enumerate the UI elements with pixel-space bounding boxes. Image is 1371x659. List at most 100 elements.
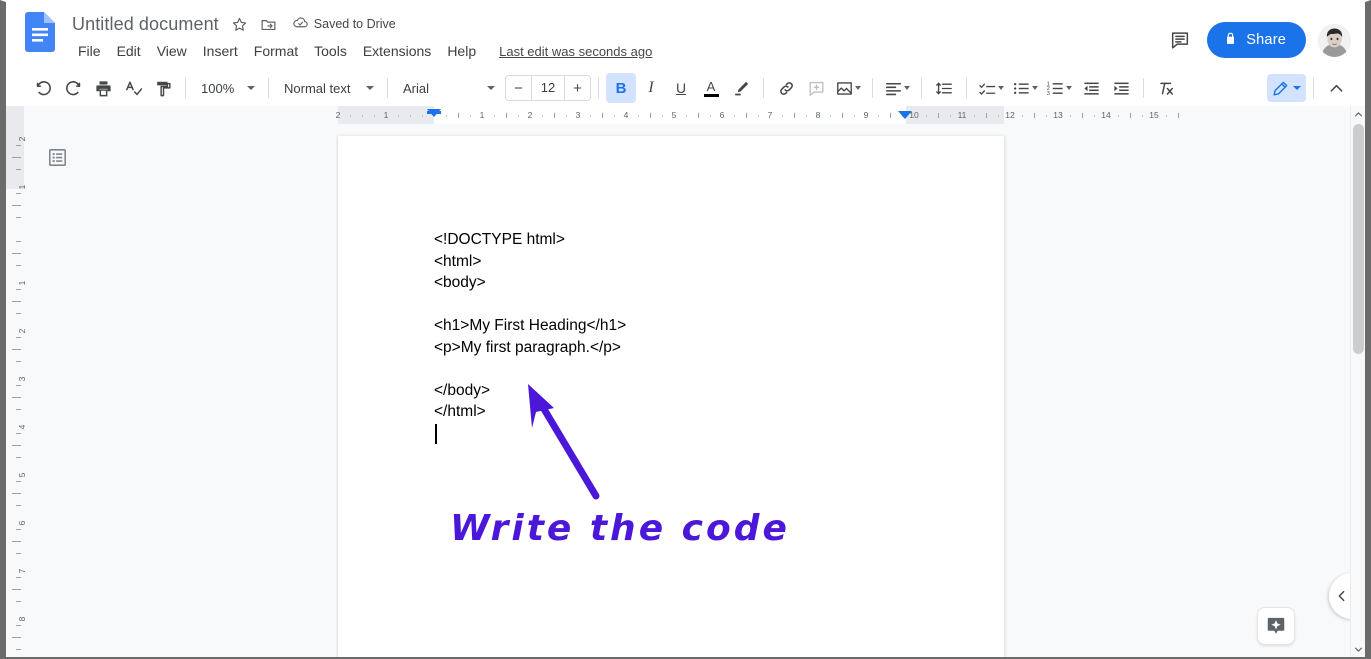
document-body-text[interactable]: <!DOCTYPE html> <html> <body> <h1>My Fir… <box>434 229 626 423</box>
paragraph-style-value: Normal text <box>284 80 351 96</box>
scroll-up-button[interactable] <box>1351 106 1366 122</box>
ruler-number: 2 <box>17 328 27 334</box>
ruler-right-margin <box>906 106 1004 124</box>
menu-tools[interactable]: Tools <box>306 40 355 62</box>
checklist-button[interactable] <box>974 73 1008 103</box>
underline-button[interactable]: U <box>666 73 696 103</box>
ruler-tick <box>12 445 21 446</box>
ruler-number: 3 <box>17 376 27 382</box>
ruler-number: 7 <box>767 110 773 120</box>
insert-image-button[interactable] <box>831 73 865 103</box>
cloud-saved-icon <box>292 14 309 34</box>
ruler-number: 7 <box>17 568 27 574</box>
insert-link-icon[interactable] <box>771 73 801 103</box>
print-icon[interactable] <box>88 73 118 103</box>
spellcheck-icon[interactable] <box>118 73 148 103</box>
text-color-button[interactable]: A <box>696 73 726 103</box>
paint-format-icon[interactable] <box>148 73 178 103</box>
increase-indent-icon[interactable] <box>1106 73 1136 103</box>
vertical-margin-zone <box>6 106 24 189</box>
bulleted-list-button[interactable] <box>1008 73 1042 103</box>
vertical-scrollbar[interactable] <box>1350 106 1365 657</box>
avatar[interactable] <box>1318 23 1351 57</box>
decrease-font-size-button[interactable]: − <box>506 76 531 100</box>
google-docs-window: Untitled document Saved to Drive File Ed… <box>0 0 1371 659</box>
clear-formatting-icon[interactable] <box>1151 73 1181 103</box>
menu-format[interactable]: Format <box>246 40 306 62</box>
menu-edit[interactable]: Edit <box>109 40 149 62</box>
document-outline-icon[interactable] <box>44 144 70 170</box>
redo-icon[interactable] <box>58 73 88 103</box>
numbered-list-button[interactable]: 1 2 3 <box>1042 73 1076 103</box>
ruler-tick <box>458 113 459 118</box>
ruler-tick <box>734 115 735 117</box>
ruler-number: 13 <box>1053 110 1063 120</box>
ruler-tick <box>566 115 567 117</box>
font-family-selector[interactable]: Arial <box>395 74 501 102</box>
last-edit-link[interactable]: Last edit was seconds ago <box>499 44 652 59</box>
document-title[interactable]: Untitled document <box>70 13 221 36</box>
ruler-tick <box>16 217 21 218</box>
align-button[interactable] <box>880 73 914 103</box>
ruler-tick <box>1178 113 1179 118</box>
chevron-down-icon <box>487 86 495 90</box>
highlight-pen-icon[interactable] <box>726 73 756 103</box>
collapse-toolbar-button[interactable] <box>1321 73 1351 103</box>
ruler-tick <box>950 115 951 117</box>
toolbar-divider <box>387 78 388 98</box>
ruler-number: 2 <box>336 110 341 120</box>
share-button[interactable]: Share <box>1207 22 1306 58</box>
editing-mode-button[interactable] <box>1267 74 1306 102</box>
bold-label: B <box>615 79 627 97</box>
text-color-label: A <box>706 78 716 94</box>
move-to-folder-icon[interactable] <box>259 14 279 34</box>
ruler-tick <box>614 115 615 117</box>
gemini-sparkle-icon[interactable] <box>1257 607 1295 645</box>
right-indent-marker[interactable] <box>898 111 912 119</box>
ruler-number: 6 <box>17 520 27 526</box>
ruler-number: 11 <box>957 110 967 120</box>
ruler-number: 3 <box>575 110 581 120</box>
toolbar-divider <box>966 78 967 98</box>
left-indent-marker[interactable] <box>427 109 441 117</box>
toolbar-divider <box>185 78 186 98</box>
ruler-tick <box>506 113 507 118</box>
ruler-tick <box>518 115 519 117</box>
ruler-tick <box>16 169 21 170</box>
add-comment-icon[interactable] <box>801 73 831 103</box>
menu-insert[interactable]: Insert <box>195 40 246 62</box>
comment-history-icon[interactable] <box>1163 23 1197 57</box>
docs-file-icon[interactable] <box>20 12 60 64</box>
document-page[interactable]: <!DOCTYPE html> <html> <body> <h1>My Fir… <box>338 136 1004 657</box>
title-and-menus: Untitled document Saved to Drive File Ed… <box>70 10 1163 63</box>
text-caret <box>435 424 437 444</box>
menu-view[interactable]: View <box>149 40 195 62</box>
menu-help[interactable]: Help <box>439 40 484 62</box>
ruler-tick <box>16 577 21 578</box>
font-size-input[interactable]: 12 <box>531 76 565 100</box>
left-pane <box>24 106 336 657</box>
decrease-indent-icon[interactable] <box>1076 73 1106 103</box>
ruler-tick <box>16 505 21 506</box>
scroll-down-button[interactable] <box>1351 641 1366 657</box>
ruler-number: 12 <box>1005 110 1015 120</box>
horizontal-ruler[interactable]: 2 1 1 2 3 4 5 6 7 8 9 10 11 12 13 14 15 <box>336 106 1365 124</box>
ruler-tick <box>12 157 21 158</box>
italic-button[interactable]: I <box>636 73 666 103</box>
undo-icon[interactable] <box>28 73 58 103</box>
bold-button[interactable]: B <box>606 73 636 103</box>
star-outline-icon[interactable] <box>230 14 250 34</box>
save-status[interactable]: Saved to Drive <box>292 14 396 34</box>
increase-font-size-button[interactable]: + <box>565 76 590 100</box>
line-spacing-icon[interactable] <box>929 73 959 103</box>
document-canvas[interactable]: 2 1 1 2 3 4 5 6 7 8 9 10 11 12 13 14 15 <!DOCTYPE html> … <box>336 106 1365 657</box>
vertical-ruler[interactable]: 2 1 1 2 3 4 5 6 7 8 <box>6 106 27 657</box>
ruler-tick <box>710 115 711 117</box>
scrollbar-thumb[interactable] <box>1353 124 1364 354</box>
ruler-number: 8 <box>815 110 821 120</box>
menu-file[interactable]: File <box>70 40 109 62</box>
zoom-selector[interactable]: 100% <box>193 74 261 102</box>
ruler-tick <box>782 115 783 117</box>
paragraph-style-selector[interactable]: Normal text <box>276 74 380 102</box>
menu-extensions[interactable]: Extensions <box>355 40 439 62</box>
